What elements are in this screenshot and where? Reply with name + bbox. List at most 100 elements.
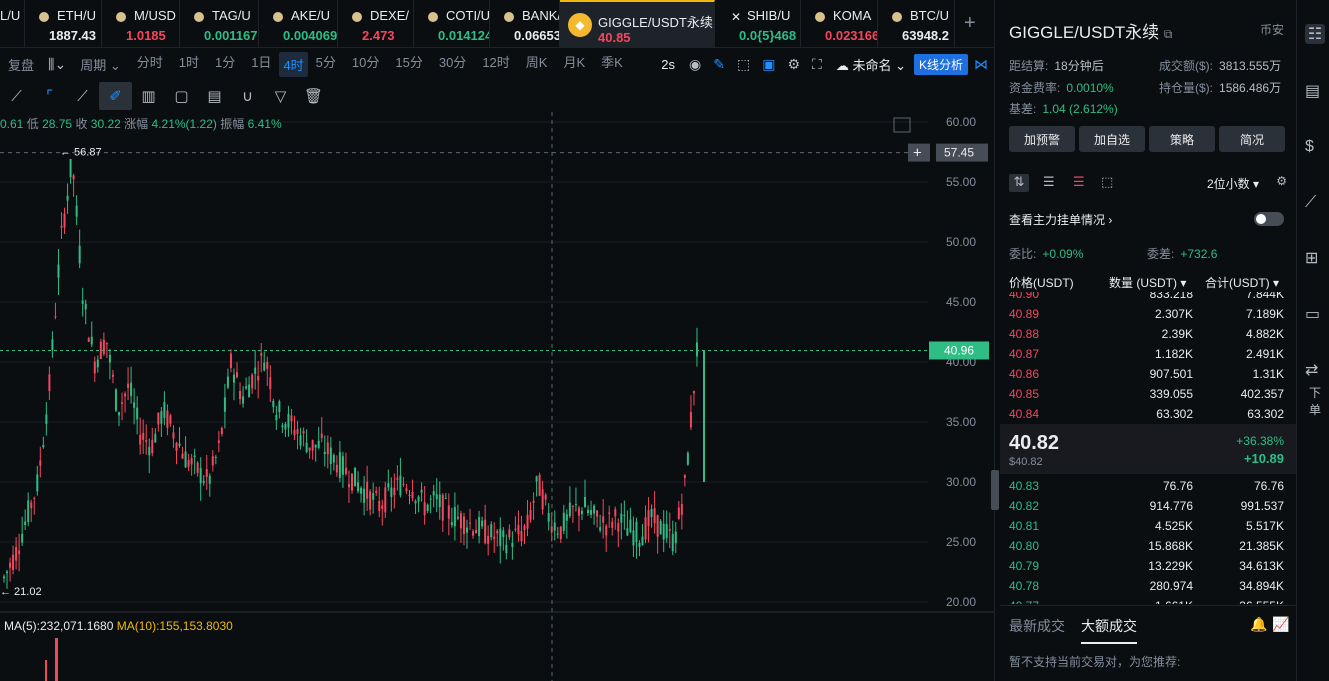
add-watchlist-button[interactable]: 加自选 bbox=[1079, 126, 1145, 152]
ticker-tab[interactable]: BANK/0.06653 bbox=[490, 0, 560, 47]
bid-row[interactable]: 40.79 13.229K 34.613K bbox=[1009, 556, 1286, 576]
interval-option[interactable]: 5分 bbox=[308, 52, 344, 77]
asks-only-icon[interactable]: ☰ bbox=[1073, 174, 1093, 192]
depth-icon[interactable]: ⬚ bbox=[1101, 174, 1121, 192]
both-sides-icon[interactable]: ⇅ bbox=[1009, 174, 1029, 192]
ask-row[interactable]: 40.87 1.182K 2.491K bbox=[1009, 344, 1286, 364]
camera-icon[interactable]: ◉ bbox=[683, 56, 707, 73]
close-tab-icon[interactable]: ✕ bbox=[731, 10, 741, 24]
interval-option[interactable]: 10分 bbox=[344, 52, 387, 77]
edit-note-icon[interactable]: ▤ bbox=[198, 82, 231, 110]
copy-icon[interactable]: ⧉ bbox=[1164, 27, 1173, 41]
order-label[interactable]: 下单 bbox=[1309, 384, 1329, 418]
interval-option[interactable]: 15分 bbox=[387, 52, 430, 77]
tab-latest-trades[interactable]: 最新成交 bbox=[1009, 616, 1065, 636]
fullscreen-icon[interactable]: ⛶ bbox=[806, 56, 828, 73]
interval-option[interactable]: 月K bbox=[555, 52, 593, 77]
stats-icon[interactable]: 📈 bbox=[1272, 616, 1289, 633]
analysis-rail-icon[interactable]: ⊞ bbox=[1305, 248, 1325, 268]
magnet-icon[interactable]: ∪ bbox=[231, 82, 264, 110]
wallet-rail-icon[interactable]: $ bbox=[1305, 138, 1325, 158]
document-rail-icon[interactable]: ▤ bbox=[1305, 81, 1325, 101]
ask-row[interactable]: 40.85 339.055 402.357 bbox=[1009, 384, 1286, 404]
ask-row[interactable]: 40.88 2.39K 4.882K bbox=[1009, 324, 1286, 344]
interval-option[interactable]: 1时 bbox=[171, 52, 207, 77]
chart-canvas[interactable]: 60.0055.0050.0045.0040.0035.0030.0025.00… bbox=[0, 112, 994, 681]
refresh-rate[interactable]: 2s bbox=[653, 57, 683, 72]
order-rail-icon[interactable]: ⇄ bbox=[1305, 360, 1325, 380]
ticker-tab[interactable]: BTC/U 63948.2 bbox=[878, 0, 955, 47]
candlestick-type-icon[interactable]: ⫼⌄ bbox=[42, 56, 72, 73]
ticker-tab[interactable]: COTI/U 0.014124 bbox=[414, 0, 490, 47]
oi-stat: 持仓量($): 1586.486万 bbox=[1159, 79, 1281, 96]
col-total-header[interactable]: 合计(USDT) ▾ bbox=[1205, 274, 1279, 291]
bid-row[interactable]: 40.77 1.661K 36.555K bbox=[1009, 596, 1286, 604]
interval-option[interactable]: 周K bbox=[518, 52, 556, 77]
interval-option[interactable]: 30分 bbox=[431, 52, 474, 77]
bids-only-icon[interactable]: ☰ bbox=[1043, 174, 1063, 192]
ask-row[interactable]: 40.84 63.302 63.302 bbox=[1009, 404, 1286, 422]
trash-icon[interactable]: 🗑 bbox=[297, 82, 330, 110]
pen-icon[interactable]: ⟋ bbox=[0, 82, 33, 110]
resize-grip[interactable] bbox=[991, 470, 999, 510]
interval-option[interactable]: 4时 bbox=[279, 51, 308, 77]
bell-icon[interactable]: 🔔 bbox=[1250, 616, 1267, 633]
replay-button[interactable]: 复盘 bbox=[0, 55, 42, 74]
bid-row[interactable]: 40.83 76.76 76.76 bbox=[1009, 476, 1286, 496]
ask-row[interactable]: 40.86 907.501 1.31K bbox=[1009, 364, 1286, 384]
ticker-tab[interactable]: DEXE/2.473 bbox=[338, 0, 414, 47]
bid-row[interactable]: 40.78 280.974 34.894K bbox=[1009, 576, 1286, 596]
indicator-icon[interactable]: ▣ bbox=[756, 56, 781, 73]
filter-icon[interactable]: ▽ bbox=[264, 82, 297, 110]
ticker-tab[interactable]: M/USD 1.0185 bbox=[102, 0, 180, 47]
share-icon[interactable]: ⋈ bbox=[968, 56, 994, 73]
bid-row[interactable]: 40.82 914.776 991.537 bbox=[1009, 496, 1286, 516]
ruler-icon[interactable]: ⟋ bbox=[66, 82, 99, 110]
ticker-tab[interactable]: ETH/U 1887.43 bbox=[25, 0, 102, 47]
overview-button[interactable]: 简况 bbox=[1219, 126, 1285, 152]
select-icon[interactable]: ⬚ bbox=[731, 56, 756, 73]
bid-row[interactable]: 40.80 15.868K 21.385K bbox=[1009, 536, 1286, 556]
crosshair-icon[interactable]: ⌜ bbox=[33, 82, 66, 110]
col-qty-header[interactable]: 数量 (USDT) ▾ bbox=[1109, 274, 1186, 291]
orderbook-rail-icon[interactable]: ☷ bbox=[1305, 24, 1325, 44]
price-chart[interactable]: 0.61 低 28.75 收 30.22 涨幅 4.21%(1.22) 振幅 6… bbox=[0, 112, 994, 681]
etf-rail-icon[interactable]: ▭ bbox=[1305, 304, 1325, 324]
ticker-tab[interactable]: ✕ SHIB/U 0.0{5}468 bbox=[715, 0, 801, 47]
main-force-link[interactable]: 查看主力挂单情况 › bbox=[1009, 211, 1112, 228]
orderbook-settings-icon[interactable]: ⚙ bbox=[1276, 174, 1287, 188]
ask-row[interactable]: 40.90 833.218 7.844K bbox=[1009, 292, 1286, 304]
order-price: 40.87 bbox=[1009, 347, 1040, 361]
decimals-dropdown[interactable]: 2位小数 ▾ bbox=[1207, 175, 1259, 192]
interval-option[interactable]: 12时 bbox=[474, 52, 517, 77]
ticker-tab[interactable]: AKE/U 0.004069 bbox=[259, 0, 338, 47]
ticker-tab[interactable]: L/U bbox=[0, 0, 25, 47]
period-dropdown[interactable]: 周期 ⌄ bbox=[72, 55, 129, 74]
col-qty-label: 数量 (USDT) bbox=[1109, 276, 1177, 290]
add-tab-button[interactable]: + bbox=[964, 12, 976, 35]
tab-large-trades[interactable]: 大额成交 bbox=[1081, 616, 1137, 644]
k-analysis-button[interactable]: K线分析 bbox=[913, 53, 968, 75]
ask-row[interactable]: 40.89 2.307K 7.189K bbox=[1009, 304, 1286, 324]
add-alert-button[interactable]: 加预警 bbox=[1009, 126, 1075, 152]
chart-rail-icon[interactable]: ⟋ bbox=[1305, 194, 1325, 214]
clipboard-icon[interactable]: ▢ bbox=[165, 82, 198, 110]
layout-dropdown[interactable]: ☁ 未命名 ⌄ bbox=[828, 55, 914, 74]
draw-icon[interactable]: ✎ bbox=[707, 56, 731, 73]
interval-option[interactable]: 1分 bbox=[207, 52, 243, 77]
candles-icon[interactable]: ▥ bbox=[132, 82, 165, 110]
ticker-tab[interactable]: TAG/U 0.001167 bbox=[180, 0, 259, 47]
bid-row[interactable]: 40.81 4.525K 5.517K bbox=[1009, 516, 1286, 536]
strategy-button[interactable]: 策略 bbox=[1149, 126, 1215, 152]
ticker-tab[interactable]: KOMA 0.023166 bbox=[801, 0, 878, 47]
candle-body bbox=[281, 425, 284, 428]
candle-body bbox=[211, 456, 214, 466]
brush-icon[interactable]: ✐ bbox=[99, 82, 132, 110]
main-force-toggle[interactable] bbox=[1254, 212, 1284, 226]
ticker-tab[interactable]: ◆✕GIGGLE/USDT永续40.85 bbox=[560, 0, 715, 47]
interval-option[interactable]: 季K bbox=[593, 52, 631, 77]
interval-option[interactable]: 分时 bbox=[129, 52, 171, 77]
settings-icon[interactable]: ⚙ bbox=[781, 56, 806, 73]
order-qty: 1.661K bbox=[1155, 599, 1193, 604]
interval-option[interactable]: 1日 bbox=[243, 52, 279, 77]
